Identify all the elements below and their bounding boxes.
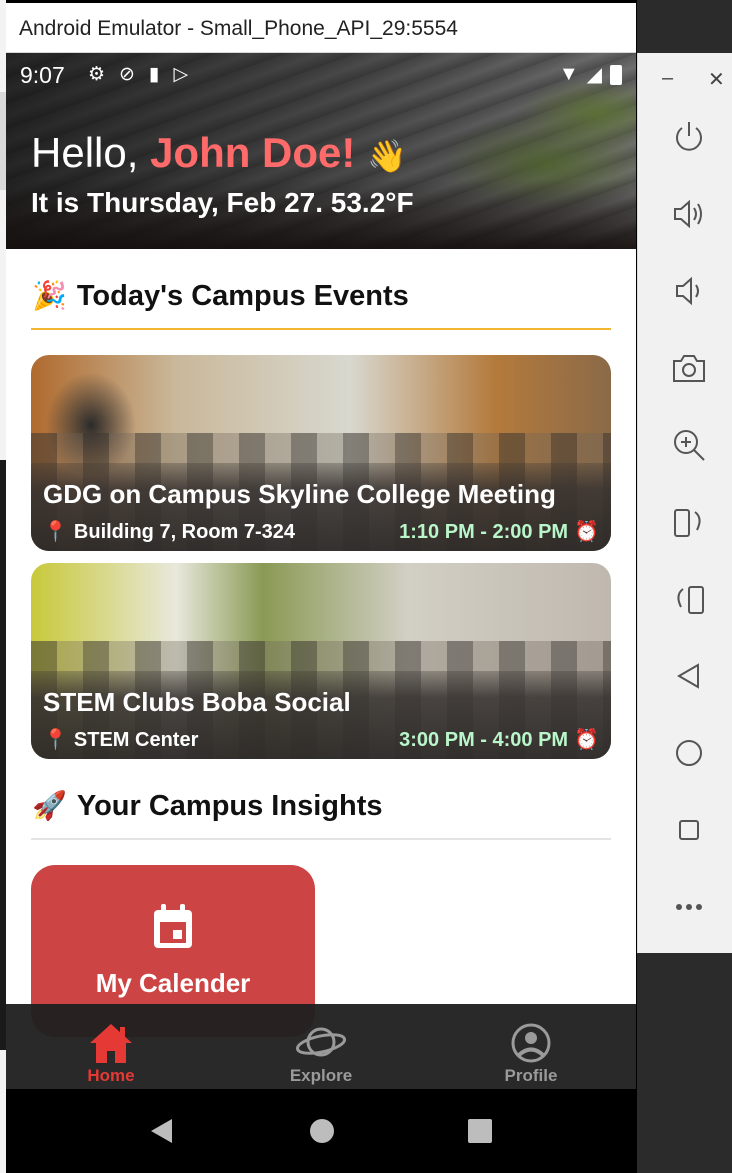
rotate-left-icon[interactable] (671, 504, 707, 540)
alarm-clock-icon: ⏰ (574, 729, 599, 751)
gear-icon: ⚙ (88, 64, 106, 85)
rotate-right-icon[interactable] (671, 581, 707, 617)
calendar-icon (154, 904, 192, 948)
insights-section-title: 🚀 Your Campus Insights (32, 789, 382, 823)
window-title: Android Emulator - Small_Phone_API_29:55… (19, 17, 458, 40)
insights-divider (31, 838, 611, 840)
events-heading: Today's Campus Events (76, 280, 409, 312)
bottom-navigation: Home Explore Profile (6, 1004, 636, 1089)
insights-heading: Your Campus Insights (76, 790, 383, 822)
event-time: 1:10 PM - 2:00 PM ⏰ (399, 519, 599, 544)
event-card[interactable]: GDG on Campus Skyline College Meeting 📍 B… (31, 355, 611, 551)
event-time-text: 1:10 PM - 2:00 PM (399, 521, 569, 543)
event-location-text: STEM Center (73, 729, 199, 751)
status-bar: 9:07 ⚙ ⊘ ▮ ▷ ▼ ◢ (6, 53, 636, 97)
system-recents-icon[interactable] (466, 1117, 494, 1145)
wifi-icon: ▼ (558, 63, 579, 85)
minimize-icon[interactable]: – (662, 67, 673, 90)
system-home-icon[interactable] (308, 1117, 336, 1145)
events-divider (31, 328, 611, 330)
home-icon (90, 1024, 132, 1063)
event-time-text: 3:00 PM - 4:00 PM (399, 729, 569, 751)
power-icon[interactable] (671, 119, 707, 155)
event-location: 📍 Building 7, Room 7-324 (43, 519, 295, 544)
volume-up-icon[interactable] (671, 196, 707, 232)
nav-explore-label: Explore (289, 1066, 353, 1085)
planet-icon (295, 1027, 347, 1057)
event-location-text: Building 7, Room 7-324 (73, 521, 296, 543)
system-back-icon[interactable] (148, 1117, 176, 1145)
event-title: GDG on Campus Skyline College Meeting (43, 479, 556, 509)
back-icon[interactable] (671, 658, 707, 694)
nav-home[interactable]: Home (6, 1004, 216, 1089)
more-icon[interactable] (671, 889, 707, 925)
battery-icon (610, 64, 622, 85)
pin-icon: 📍 (43, 521, 68, 543)
rocket-icon: 🚀 (32, 790, 67, 821)
emulator-controls-panel: – ✕ (637, 53, 732, 953)
alarm-clock-icon: ⏰ (574, 521, 599, 543)
event-location: 📍 STEM Center (43, 727, 198, 752)
camera-icon[interactable] (671, 350, 707, 386)
nav-home-label: Home (87, 1066, 135, 1085)
sd-card-icon: ▮ (148, 64, 160, 85)
user-name: John Doe! (150, 129, 356, 176)
overview-icon[interactable] (671, 812, 707, 848)
nav-explore[interactable]: Explore (216, 1004, 426, 1089)
profile-icon (511, 1023, 551, 1063)
nav-profile-label: Profile (504, 1066, 558, 1085)
nav-profile[interactable]: Profile (426, 1004, 636, 1089)
event-time: 3:00 PM - 4:00 PM ⏰ (399, 727, 599, 752)
zoom-in-icon[interactable] (671, 427, 707, 463)
event-title: STEM Clubs Boba Social (43, 687, 351, 717)
status-time: 9:07 (20, 62, 65, 88)
events-section-title: 🎉 Today's Campus Events (32, 279, 409, 313)
my-calendar-label: My Calender (95, 968, 251, 998)
greeting: Hello, John Doe! 👋 (31, 129, 407, 177)
phone-screen: 9:07 ⚙ ⊘ ▮ ▷ ▼ ◢ Hello, John Doe! 👋 It i… (6, 53, 636, 1089)
android-system-nav (6, 1089, 636, 1173)
close-icon[interactable]: ✕ (708, 67, 725, 92)
greeting-prefix: Hello, (31, 129, 151, 176)
pin-icon: 📍 (43, 729, 68, 751)
play-store-icon: ▷ (173, 64, 189, 85)
home-icon[interactable] (671, 735, 707, 771)
wave-emoji: 👋 (367, 138, 407, 174)
location-off-icon: ⊘ (119, 64, 135, 85)
event-card[interactable]: STEM Clubs Boba Social 📍 STEM Center 3:00… (31, 563, 611, 759)
emulator-titlebar[interactable]: Android Emulator - Small_Phone_API_29:55… (6, 3, 636, 53)
signal-icon: ◢ (586, 64, 602, 86)
volume-down-icon[interactable] (671, 273, 707, 309)
date-weather: It is Thursday, Feb 27. 53.2°F (31, 187, 414, 218)
party-popper-icon: 🎉 (32, 280, 67, 311)
